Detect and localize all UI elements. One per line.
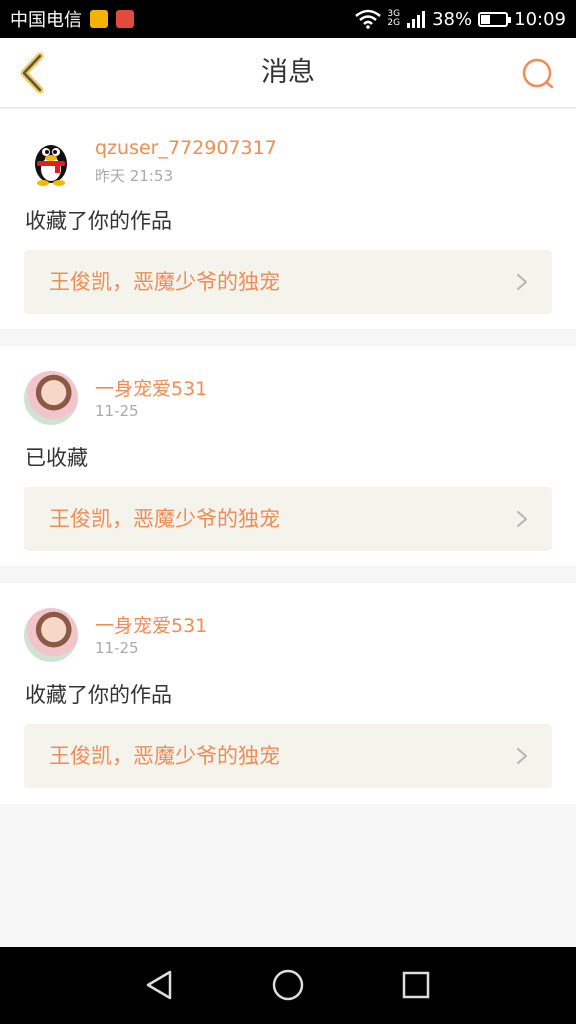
work-link[interactable]: 王俊凯，恶魔少爷的独宠 <box>24 250 552 314</box>
username[interactable]: 一身宠爱531 <box>95 611 207 638</box>
carrier-label: 中国电信 <box>10 10 82 31</box>
timestamp: 11-25 <box>95 639 139 657</box>
message-card: 一身宠爱531 11-25 已收藏 王俊凯，恶魔少爷的独宠 <box>0 346 576 566</box>
triangle-back-icon <box>146 970 172 1000</box>
avatar[interactable] <box>24 608 78 662</box>
signal-icon <box>407 11 426 28</box>
message-text: 收藏了你的作品 <box>25 209 172 233</box>
chevron-right-icon <box>517 274 527 290</box>
work-link[interactable]: 王俊凯，恶魔少爷的独宠 <box>24 487 552 551</box>
search-icon <box>522 58 554 89</box>
message-card: qzuser_772907317 昨天 21:53 收藏了你的作品 王俊凯，恶魔… <box>0 109 576 329</box>
username[interactable]: 一身宠爱531 <box>95 374 207 401</box>
clock: 10:09 <box>514 8 566 30</box>
timestamp: 昨天 21:53 <box>95 167 173 185</box>
app-header: 消息 <box>0 38 576 108</box>
nav-recents-button[interactable] <box>396 965 436 1005</box>
nav-home-button[interactable] <box>268 965 308 1005</box>
work-title: 王俊凯，恶魔少爷的独宠 <box>49 744 280 768</box>
square-recents-icon <box>402 971 430 999</box>
chevron-left-icon <box>20 52 44 94</box>
wifi-icon <box>355 9 382 29</box>
chevron-right-icon <box>517 511 527 527</box>
status-right: 3G 2G 38% 10:09 <box>355 9 566 30</box>
avatar[interactable] <box>24 371 78 425</box>
nav-back-button[interactable] <box>140 965 180 1005</box>
chevron-right-icon <box>517 748 527 764</box>
system-nav-bar <box>0 947 576 1024</box>
work-title: 王俊凯，恶魔少爷的独宠 <box>49 270 280 294</box>
notification-app-icon <box>90 10 108 28</box>
status-left: 中国电信 <box>10 6 134 32</box>
network-type-bottom: 2G <box>387 18 401 28</box>
battery-icon <box>478 11 512 27</box>
back-button[interactable] <box>14 52 54 94</box>
network-type: 3G 2G <box>387 10 400 28</box>
status-bar: 中国电信 3G 2G 38% 10:09 <box>0 0 576 38</box>
battery-percent: 38% <box>432 8 473 30</box>
work-title: 王俊凯，恶魔少爷的独宠 <box>49 507 280 531</box>
page-title: 消息 <box>261 57 315 88</box>
qq-penguin-icon <box>35 145 67 186</box>
avatar[interactable] <box>24 134 78 188</box>
username[interactable]: qzuser_772907317 <box>95 137 277 159</box>
notification-app-icon <box>116 10 134 28</box>
message-card: 一身宠爱531 11-25 收藏了你的作品 王俊凯，恶魔少爷的独宠 <box>0 583 576 804</box>
message-text: 已收藏 <box>25 446 88 470</box>
timestamp: 11-25 <box>95 402 139 420</box>
message-text: 收藏了你的作品 <box>25 683 172 707</box>
work-link[interactable]: 王俊凯，恶魔少爷的独宠 <box>24 724 552 788</box>
circle-home-icon <box>272 969 304 1001</box>
search-button[interactable] <box>520 56 556 92</box>
